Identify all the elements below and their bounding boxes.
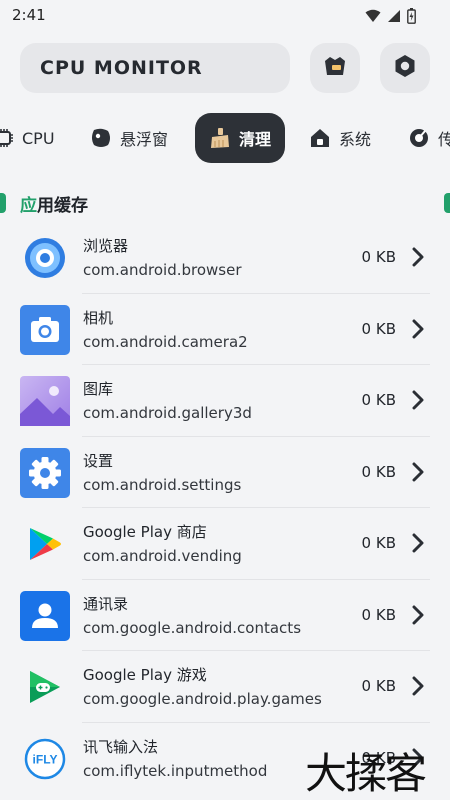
section-title: 应用缓存 [20,191,88,216]
status-icons [365,8,416,24]
app-cache-size: 0 KB [361,248,396,266]
app-name: 讯飞输入法 [83,737,159,756]
app-package: com.android.gallery3d [83,404,252,422]
contacts-icon [20,590,70,641]
tab-sensor-label: 传 [438,130,450,149]
app-title-bar: CPU MONITOR [20,43,290,93]
app-name: Google Play 游戏 [83,666,207,684]
house-icon [309,127,331,149]
play-store-icon [20,519,70,569]
list-item[interactable]: 通讯录 com.google.android.contacts 0 KB [0,580,450,651]
chevron-right-icon [412,676,424,700]
status-time: 2:41 [12,6,46,24]
sensor-icon [408,127,430,149]
app-title: CPU MONITOR [40,57,203,79]
settings-icon [392,53,418,83]
app-cache-size: 0 KB [361,605,396,624]
list-item[interactable]: 图库 com.android.gallery3d 0 KB [0,365,450,437]
chevron-right-icon [412,605,424,629]
status-bar: 2:41 [0,0,450,32]
list-item[interactable]: 设置 com.android.settings 0 KB [0,437,450,508]
signal-icon [387,9,401,23]
chevron-right-icon [412,462,424,486]
app-package: com.iflytek.inputmethod [83,761,268,780]
chevron-right-icon [412,533,424,557]
tab-system[interactable]: 系统 [309,113,371,163]
tab-sensor[interactable]: 传 [408,113,450,163]
app-package: com.google.android.contacts [83,618,302,637]
tab-system-label: 系统 [339,130,372,149]
app-cache-list: 浏览器 com.android.browser 0 KB 相机 com.andr… [0,222,450,794]
app-name: 设置 [83,451,114,470]
camera-icon [20,304,70,355]
section-accent-right [444,193,450,213]
app-name: 相机 [83,308,114,327]
theme-icon [322,53,348,83]
settings-button[interactable] [380,43,430,93]
app-package: com.android.settings [83,475,242,494]
chevron-right-icon [412,247,424,271]
tab-cpu[interactable]: CPU [0,113,55,163]
list-item[interactable]: Google Play 游戏 com.google.android.play.g… [0,651,450,723]
browser-icon [20,233,70,283]
app-package: com.android.camera2 [83,332,248,351]
play-games-icon [20,662,70,712]
gallery-icon [20,376,70,426]
chevron-right-icon [412,390,424,414]
app-name: 图库 [83,380,114,398]
list-item[interactable]: 相机 com.android.camera2 0 KB [0,294,450,365]
section-title-accent: 应 [20,196,37,216]
cpu-icon [0,128,14,148]
app-cache-size: 0 KB [361,462,396,481]
list-item[interactable]: Google Play 商店 com.android.vending 0 KB [0,508,450,580]
section-accent-left [0,193,6,213]
app-cache-size: 0 KB [361,319,396,338]
chevron-right-icon [412,319,424,343]
section-title-rest: 用缓存 [37,196,88,216]
app-name: 浏览器 [83,237,129,255]
floating-window-icon [90,127,112,149]
tab-clean-label: 清理 [239,130,272,149]
watermark: 大揉客 [305,749,427,798]
ifly-icon-text: iFLY [33,752,58,766]
app-name: 通讯录 [83,594,129,613]
ifly-icon: iFLY [20,734,70,784]
battery-icon [407,8,416,24]
app-cache-size: 0 KB [361,534,396,552]
app-name: Google Play 商店 [83,523,207,541]
app-package: com.google.android.play.games [83,690,322,708]
tab-floating-window-label: 悬浮窗 [120,130,169,149]
tab-floating-window[interactable]: 悬浮窗 [90,113,168,163]
app-cache-size: 0 KB [361,391,396,409]
settings-gear-icon [20,447,70,498]
tab-cpu-label: CPU [22,128,55,148]
broom-icon [209,127,231,149]
app-package: com.android.vending [83,547,242,565]
tab-clean[interactable]: 清理 [195,113,286,163]
wifi-icon [365,9,381,23]
app-cache-size: 0 KB [361,677,396,695]
list-item[interactable]: 浏览器 com.android.browser 0 KB [0,222,450,294]
app-package: com.android.browser [83,261,242,279]
tab-bar: CPU 悬浮窗 清理 系统 传 [0,113,450,163]
theme-button[interactable] [310,43,360,93]
